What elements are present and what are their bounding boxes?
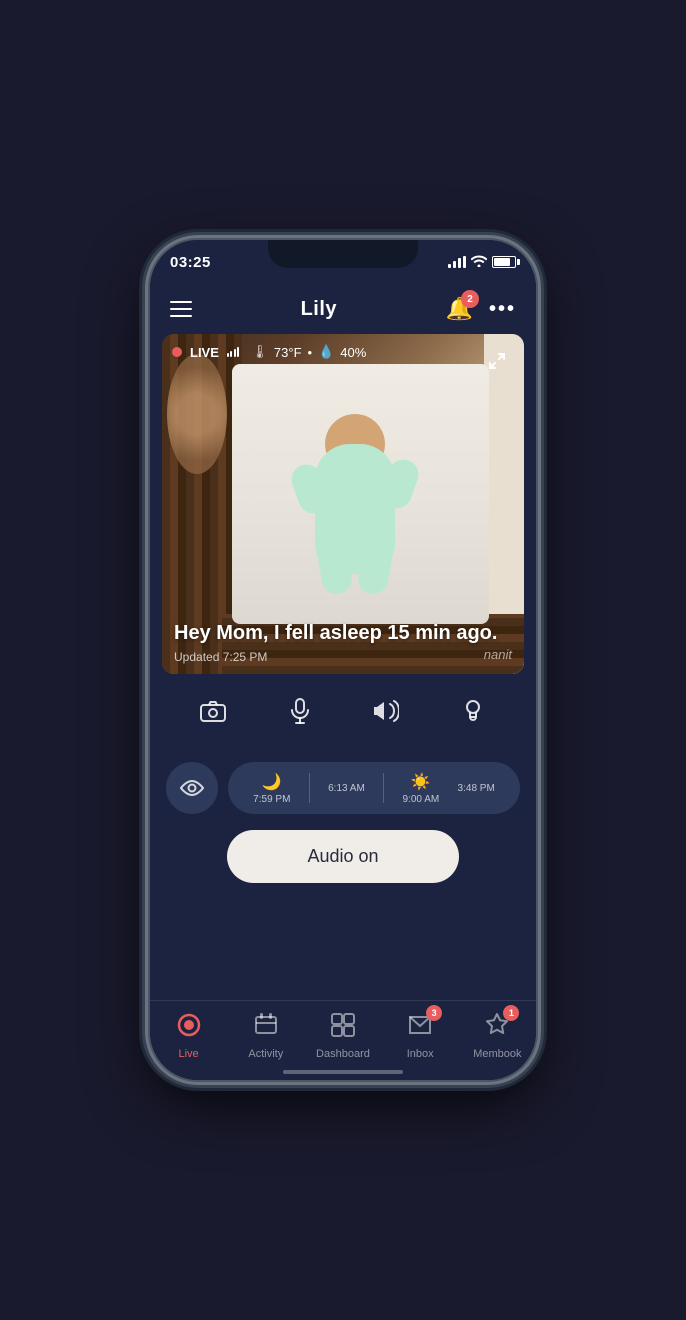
phone-outer: 03:25 (0, 0, 686, 1320)
nanit-watermark: nanit (484, 647, 512, 662)
crib-decor (167, 354, 227, 474)
light-button[interactable] (449, 690, 497, 738)
hamburger-line-3 (170, 315, 192, 317)
camera-button[interactable] (189, 690, 237, 738)
humidity-value: 40% (340, 345, 366, 360)
header-right: 🔔 2 ••• (446, 296, 516, 322)
caption-text: Hey Mom, I fell asleep 15 min ago. (174, 620, 512, 646)
video-container[interactable]: LIVE 🌡 73°F • 💧 40% (162, 334, 524, 674)
baby-visual (295, 414, 415, 594)
night-time: 7:59 PM (253, 794, 290, 805)
caption-updated: Updated 7:25 PM (174, 650, 512, 664)
nav-label-dashboard: Dashboard (316, 1048, 370, 1060)
signal-bar-2 (453, 261, 456, 268)
eye-button[interactable] (166, 762, 218, 814)
nav-icon-wrapper-activity (252, 1011, 280, 1044)
moon-icon: 🌙 (262, 772, 282, 792)
night-section: 🌙 7:59 PM (253, 772, 290, 805)
afternoon-time: 3:48 PM (458, 783, 495, 794)
video-feed: LIVE 🌡 73°F • 💧 40% (162, 334, 524, 674)
timeline-divider-2 (383, 773, 384, 803)
inbox-badge: 3 (426, 1005, 442, 1021)
nav-label-inbox: Inbox (407, 1048, 434, 1060)
controls-row (150, 674, 536, 754)
nav-item-membook[interactable]: 1 Membook (467, 1011, 527, 1060)
signal-strength-icon (227, 347, 240, 357)
phone-frame: 03:25 (148, 238, 538, 1082)
live-dot (172, 347, 182, 357)
notifications-button[interactable]: 🔔 2 (446, 296, 473, 322)
nav-label-live: Live (179, 1048, 199, 1060)
temperature-value: 73°F (274, 345, 302, 360)
notifications-badge: 2 (461, 290, 479, 308)
timeline-divider-1 (309, 773, 310, 803)
camera-icon (200, 700, 226, 729)
audio-on-button[interactable]: Audio on (227, 830, 458, 883)
home-indicator (283, 1070, 403, 1074)
membook-badge: 1 (503, 1005, 519, 1021)
activity-nav-icon (252, 1011, 280, 1039)
app-content: Lily 🔔 2 ••• (150, 284, 536, 1080)
wifi-icon (471, 255, 487, 270)
nav-item-dashboard[interactable]: Dashboard (313, 1011, 373, 1060)
more-button[interactable]: ••• (489, 298, 516, 321)
live-nav-icon (175, 1011, 203, 1039)
bottom-nav: Live Activity (150, 1000, 536, 1080)
video-overlay-top: LIVE 🌡 73°F • 💧 40% (172, 344, 514, 360)
temp-humidity-display: 🌡 73°F • 💧 40% (251, 344, 366, 360)
nav-item-live[interactable]: Live (159, 1011, 219, 1060)
nav-item-activity[interactable]: Activity (236, 1011, 296, 1060)
header: Lily 🔔 2 ••• (150, 284, 536, 334)
signal-bar-3 (458, 258, 461, 268)
menu-button[interactable] (170, 301, 192, 317)
day-time: 9:00 AM (403, 794, 440, 805)
video-caption: Hey Mom, I fell asleep 15 min ago. Updat… (174, 620, 512, 664)
morning-section: 6:13 AM (328, 783, 365, 794)
morning-time: 6:13 AM (328, 783, 365, 794)
nav-icon-wrapper-dashboard (329, 1011, 357, 1044)
sleep-timeline: 🌙 7:59 PM 6:13 AM ☀️ 9:00 AM 3:48 PM (228, 762, 520, 814)
hamburger-line-2 (170, 308, 192, 310)
day-section: ☀️ 9:00 AM (403, 772, 440, 805)
microphone-icon (289, 698, 311, 731)
speaker-button[interactable] (362, 690, 410, 738)
battery-icon (492, 256, 516, 268)
sun-icon: ☀️ (411, 772, 431, 792)
light-icon (462, 698, 484, 731)
live-label: LIVE (190, 345, 219, 360)
signal-bar-1 (448, 264, 451, 268)
nav-label-membook: Membook (473, 1048, 521, 1060)
notch (268, 240, 418, 268)
audio-button-label: Audio on (307, 846, 378, 866)
expand-button[interactable] (488, 352, 506, 375)
status-icons (448, 255, 516, 270)
header-title: Lily (301, 298, 337, 321)
nav-icon-wrapper-inbox: 3 (406, 1011, 434, 1044)
nav-label-activity: Activity (248, 1048, 283, 1060)
signal-bars-icon (448, 256, 466, 268)
battery-fill (494, 258, 510, 266)
hamburger-line-1 (170, 301, 192, 303)
nav-item-inbox[interactable]: 3 Inbox (390, 1011, 450, 1060)
audio-button-container: Audio on (166, 830, 520, 883)
speaker-icon (373, 700, 399, 729)
dashboard-nav-icon (329, 1011, 357, 1039)
status-time: 03:25 (170, 254, 211, 271)
separator: • (308, 345, 313, 360)
nav-icon-wrapper-live (175, 1011, 203, 1044)
nav-icon-wrapper-membook: 1 (483, 1011, 511, 1044)
afternoon-section: 3:48 PM (458, 783, 495, 794)
sleep-bar: 🌙 7:59 PM 6:13 AM ☀️ 9:00 AM 3:48 PM (166, 762, 520, 814)
more-dots-icon: ••• (489, 298, 516, 320)
microphone-button[interactable] (276, 690, 324, 738)
signal-bar-4 (463, 256, 466, 268)
